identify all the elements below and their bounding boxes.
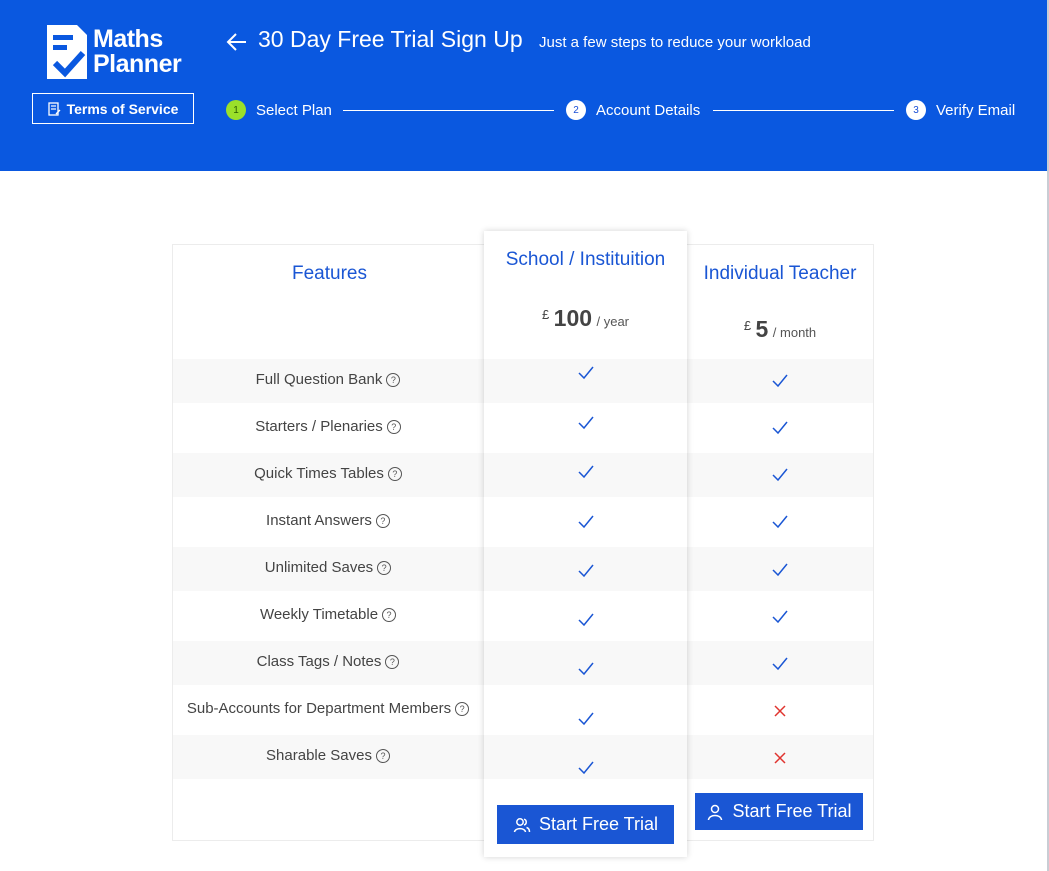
users-icon — [513, 817, 531, 832]
feature-name: Sub-Accounts for Department Members — [186, 700, 452, 717]
check-icon — [772, 515, 788, 529]
school-start-trial-button[interactable]: Start Free Trial — [497, 805, 674, 844]
terms-label: Terms of Service — [66, 100, 179, 117]
check-icon — [578, 613, 594, 627]
features-heading: Features — [292, 263, 367, 284]
check-icon — [578, 515, 594, 529]
help-icon[interactable]: ? — [387, 466, 402, 481]
feature-name: Weekly Timetable — [259, 606, 379, 623]
logo-icon — [47, 25, 87, 79]
button-label: Start Free Trial — [538, 814, 659, 834]
school-plan-name: School / Instituition — [505, 249, 666, 270]
step-verify-email[interactable]: 3 Verify Email — [906, 100, 1015, 120]
feature-label: Sharable Saves? — [173, 747, 483, 764]
step-connector — [343, 110, 554, 111]
check-icon — [578, 564, 594, 578]
feature-name: Instant Answers — [266, 512, 372, 529]
price-period: / year — [596, 314, 630, 329]
logo-line-1: Maths — [93, 25, 163, 53]
check-icon — [578, 416, 594, 430]
school-plan-price: £ 100 / year — [484, 305, 687, 332]
page-subtitle: Just a few steps to reduce your workload — [539, 34, 811, 51]
check-icon — [578, 761, 594, 775]
feature-name: Sharable Saves — [266, 747, 372, 764]
check-icon — [578, 712, 594, 726]
price-amount: 5 — [755, 316, 769, 342]
step-number: 1 — [226, 100, 246, 120]
check-icon — [772, 657, 788, 671]
individual-plan-price: £ 5 / month — [687, 316, 873, 343]
step-select-plan[interactable]: 1 Select Plan — [226, 100, 332, 120]
feature-label: Quick Times Tables? — [173, 465, 483, 482]
feature-name: Full Question Bank — [255, 371, 383, 388]
help-icon[interactable]: ? — [377, 560, 392, 575]
help-icon[interactable]: ? — [375, 748, 390, 763]
step-label: Account Details — [596, 101, 701, 119]
step-label: Select Plan — [256, 101, 332, 119]
check-icon — [772, 563, 788, 577]
individual-plan-name: Individual Teacher — [703, 263, 857, 284]
page-title: 30 Day Free Trial Sign Up — [258, 26, 523, 52]
individual-start-trial-button[interactable]: Start Free Trial — [695, 793, 863, 830]
logo-text: Maths Planner — [93, 25, 182, 78]
step-number: 2 — [566, 100, 586, 120]
document-icon — [47, 101, 61, 116]
check-icon — [578, 662, 594, 676]
check-icon — [772, 374, 788, 388]
feature-name: Starters / Plenaries — [255, 418, 383, 435]
step-number: 3 — [906, 100, 926, 120]
help-icon[interactable]: ? — [386, 419, 401, 434]
help-icon[interactable]: ? — [375, 513, 390, 528]
feature-label: Unlimited Saves? — [173, 559, 483, 576]
help-icon[interactable]: ? — [386, 372, 401, 387]
check-icon — [772, 468, 788, 482]
feature-name: Class Tags / Notes — [256, 653, 382, 670]
currency-symbol: £ — [541, 307, 550, 322]
step-label: Verify Email — [936, 101, 1016, 119]
help-icon[interactable]: ? — [455, 701, 470, 716]
check-icon — [578, 465, 594, 479]
terms-of-service-button[interactable]: Terms of Service — [32, 93, 194, 124]
help-icon[interactable]: ? — [385, 654, 400, 669]
feature-label: Full Question Bank? — [173, 371, 483, 388]
cross-icon — [772, 704, 788, 718]
currency-symbol: £ — [743, 318, 752, 333]
back-arrow-icon[interactable] — [226, 32, 248, 52]
maths-planner-logo[interactable]: Maths Planner — [47, 25, 187, 81]
check-icon — [578, 366, 594, 380]
button-label: Start Free Trial — [732, 801, 852, 821]
cross-icon — [772, 751, 788, 765]
feature-name: Unlimited Saves — [264, 559, 374, 576]
feature-label: Weekly Timetable? — [173, 606, 483, 623]
feature-label: Starters / Plenaries? — [173, 418, 483, 435]
help-icon[interactable]: ? — [382, 607, 397, 622]
step-connector — [713, 110, 894, 111]
check-icon — [772, 610, 788, 624]
price-amount: 100 — [553, 305, 593, 331]
check-icon — [772, 421, 788, 435]
feature-label: Sub-Accounts for Department Members? — [173, 700, 483, 717]
step-account-details[interactable]: 2 Account Details — [566, 100, 700, 120]
price-period: / month — [772, 325, 817, 340]
feature-label: Instant Answers? — [173, 512, 483, 529]
feature-name: Quick Times Tables — [254, 465, 384, 482]
feature-label: Class Tags / Notes? — [173, 653, 483, 670]
logo-line-2: Planner — [93, 50, 182, 78]
user-icon — [708, 804, 723, 820]
